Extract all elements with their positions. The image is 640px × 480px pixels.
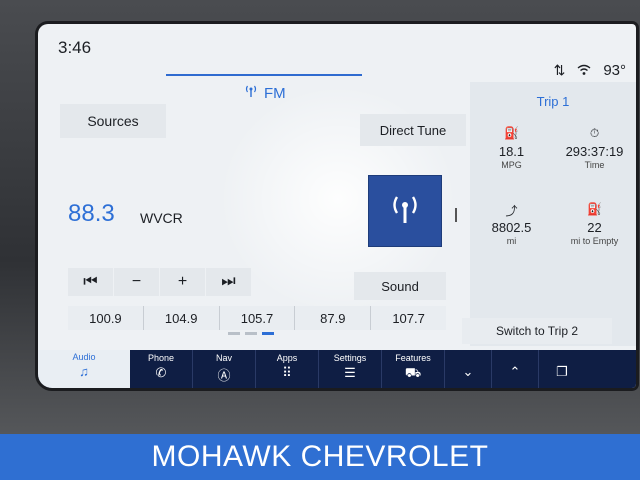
chevron-up-icon: ⌃ [509, 363, 521, 379]
trip-stat-value: 8802.5 [491, 220, 532, 235]
trip-stat-label: mi to Empty [570, 236, 619, 246]
status-bar: ⇅ 93° [554, 62, 626, 79]
tab-fm[interactable]: FM [244, 84, 286, 102]
minus-icon: − [131, 273, 142, 290]
sources-button[interactable]: Sources [60, 104, 166, 138]
seek-back-icon: ⏮ [83, 273, 98, 290]
sort-arrows-icon: ⇅ [553, 62, 566, 78]
station-name: WVCR [140, 210, 183, 226]
music-note-icon: ♫ [79, 364, 89, 379]
trip-panel: Trip 1 ⛽ 18.1 MPG ⏱ 293:37:19 Time ⤴ 880… [470, 82, 636, 346]
dealer-banner: MOHAWK CHEVROLET [0, 434, 640, 480]
preset-bar: 100.9 104.9 105.7 87.9 107.7 [68, 306, 446, 330]
trip-stat-label: mi [506, 236, 517, 246]
broadcast-icon [244, 84, 258, 102]
fuel-pump-icon: ⛽ [587, 202, 602, 216]
seek-forward-button[interactable]: ⏭ [206, 268, 251, 296]
expand-button[interactable]: ⌃ [492, 350, 538, 388]
station-artwork [368, 175, 442, 247]
nav-navigation[interactable]: Nav Ⓐ [193, 350, 255, 388]
nav-phone[interactable]: Phone ✆ [130, 350, 192, 388]
preset-button[interactable]: 107.7 [371, 306, 446, 330]
playback-controls: ⏮ − + ⏭ [68, 268, 252, 296]
seek-forward-icon: ⏭ [221, 273, 236, 290]
seek-back-button[interactable]: ⏮ [68, 268, 113, 296]
trip-stat-value: 18.1 [498, 144, 525, 159]
nav-audio[interactable]: Audio ♫ [38, 350, 130, 388]
trip-stat-range: ⛽ 22 mi to Empty [553, 202, 636, 246]
current-frequency: 88.3 [68, 200, 115, 227]
fuel-icon: ⛽ [504, 126, 519, 140]
trip-stat-value: 293:37:19 [565, 144, 624, 159]
trip-stat-label: MPG [501, 160, 522, 170]
preset-button[interactable]: 104.9 [144, 306, 220, 330]
trip-stat-time: ⏱ 293:37:19 Time [553, 126, 636, 170]
page-dot-active [262, 332, 274, 335]
tune-up-button[interactable]: + [160, 268, 205, 296]
sound-button[interactable]: Sound [354, 272, 446, 300]
tune-down-button[interactable]: − [114, 268, 159, 296]
preset-page-indicator [228, 332, 274, 335]
chevron-down-icon: ⌄ [462, 363, 474, 379]
preset-button[interactable]: 105.7 [220, 306, 296, 330]
navigation-icon: Ⓐ [217, 368, 231, 383]
nav-settings[interactable]: Settings ☰ [319, 350, 381, 388]
route-icon: ⤴ [505, 204, 518, 218]
clock: 3:46 [58, 38, 92, 57]
trip-stat-distance: ⤴ 8802.5 mi [470, 202, 553, 246]
page-dot [245, 332, 257, 335]
wifi-icon [577, 63, 591, 79]
page-dot [228, 332, 240, 335]
plus-icon: + [177, 273, 188, 290]
tab-fm-label: FM [264, 84, 286, 102]
phone-icon: ✆ [155, 365, 167, 380]
outside-temperature: 93° [603, 62, 626, 79]
preset-button[interactable]: 100.9 [68, 306, 144, 330]
active-tab-indicator [166, 74, 362, 76]
nav-label: Apps [276, 353, 298, 363]
copy-windows-icon: ❐ [556, 363, 568, 379]
nav-label: Settings [333, 353, 367, 363]
switch-trip-button[interactable]: Switch to Trip 2 [462, 318, 612, 344]
nav-apps[interactable]: Apps ⠿ [256, 350, 318, 388]
broadcast-tower-icon [387, 191, 423, 232]
nav-features[interactable]: Features ⛟ [382, 350, 444, 388]
trip-stat-mpg: ⛽ 18.1 MPG [470, 126, 553, 170]
apps-grid-icon: ⠿ [282, 365, 292, 380]
windows-button[interactable]: ❐ [539, 350, 585, 388]
nav-label: Nav [215, 353, 232, 363]
preset-button[interactable]: 87.9 [295, 306, 372, 330]
collapse-button[interactable]: ⌄ [445, 350, 491, 388]
direct-tune-button[interactable]: Direct Tune [360, 114, 466, 146]
truck-icon: ⛟ [404, 365, 422, 380]
nav-label: Phone [147, 353, 175, 363]
scroll-divider [455, 208, 457, 222]
trip-title[interactable]: Trip 1 [470, 94, 636, 109]
infotainment-screen: 3:46 ⇅ 93° FM Sources Direct Tune 88.3 W… [38, 24, 636, 388]
sliders-icon: ☰ [344, 365, 356, 380]
stopwatch-icon: ⏱ [589, 126, 600, 140]
nav-label: Features [395, 353, 431, 363]
nav-label: Audio [72, 352, 96, 362]
bottom-navbar: Audio ♫ Phone ✆ Nav Ⓐ Apps ⠿ Settings ☰ … [38, 350, 636, 388]
trip-stat-value: 22 [587, 220, 602, 235]
trip-stat-label: Time [584, 160, 605, 170]
